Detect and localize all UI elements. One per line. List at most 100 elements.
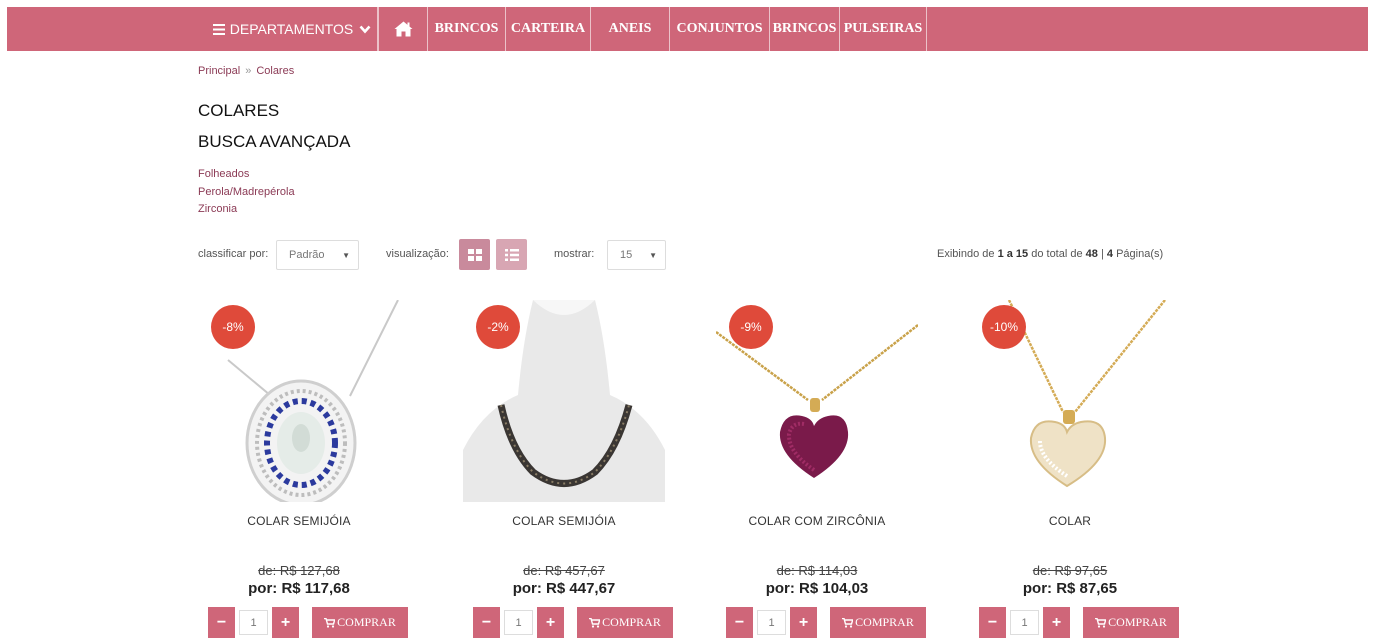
- nav-item-aneis[interactable]: ANEIS: [591, 7, 670, 51]
- product-old-price: de: R$ 127,68: [258, 563, 340, 578]
- show-label: mostrar:: [554, 248, 595, 260]
- nav-item-label: BRINCOS: [434, 21, 499, 36]
- departments-menu[interactable]: DEPARTAMENTOS: [207, 7, 378, 51]
- plus-icon: +: [280, 613, 291, 631]
- results-info: Exibindo de 1 a 15 do total de 48 | 4 Pá…: [937, 248, 1163, 260]
- sort-label: classificar por:: [198, 248, 269, 260]
- nav-item-label: ANEIS: [608, 21, 652, 36]
- buy-label: COMPRAR: [855, 615, 914, 629]
- product-card: -10% COLAR de: R$ 97,65 por: R$ 87,65 − …: [969, 300, 1179, 640]
- plus-icon: +: [798, 613, 809, 631]
- filter-link-folheados[interactable]: Folheados: [198, 166, 295, 184]
- nav-home[interactable]: [378, 7, 428, 51]
- cart-icon: [1095, 617, 1107, 628]
- caret-down-icon: ▼: [649, 251, 657, 260]
- nav-item-label: CARTEIRA: [510, 21, 586, 36]
- product-old-price: de: R$ 114,03: [776, 563, 858, 578]
- discount-badge: -8%: [211, 305, 255, 349]
- sort-select[interactable]: Padrão ▼: [276, 240, 359, 270]
- info-total: 48: [1085, 248, 1098, 260]
- info-mid: do total de: [1031, 248, 1083, 260]
- product-name[interactable]: COLAR: [969, 514, 1171, 528]
- buy-label: COMPRAR: [602, 615, 661, 629]
- product-image[interactable]: -2%: [463, 300, 665, 502]
- product-card: -8% COLAR SEMIJÓIA de: R$ 127,68 por: R$…: [198, 300, 408, 640]
- product-image[interactable]: -8%: [198, 300, 400, 502]
- cart-icon: [324, 617, 336, 628]
- view-label: visualização:: [386, 248, 449, 260]
- buy-button[interactable]: COMPRAR: [1083, 607, 1179, 638]
- nav-item-carteira[interactable]: CARTEIRA: [506, 7, 591, 51]
- discount-badge: -2%: [476, 305, 520, 349]
- discount-badge: -9%: [729, 305, 773, 349]
- page-title: COLARES: [198, 101, 280, 120]
- cart-icon: [589, 617, 601, 628]
- minus-icon: −: [734, 613, 745, 631]
- discount-badge: -10%: [982, 305, 1026, 349]
- caret-down-icon: ▼: [342, 251, 350, 260]
- product-image[interactable]: -9%: [716, 300, 918, 502]
- minus-icon: −: [481, 613, 492, 631]
- product-price: por: R$ 104,03: [765, 580, 869, 597]
- quantity-input[interactable]: [1010, 610, 1039, 635]
- info-pages: 4: [1106, 248, 1114, 260]
- quantity-input[interactable]: [757, 610, 786, 635]
- nav-item-pulseiras[interactable]: PULSEIRAS: [840, 7, 927, 51]
- filter-list: Folheados Perola/Madrepérola Zirconia: [198, 166, 295, 219]
- product-name[interactable]: COLAR COM ZIRCÔNIA: [716, 514, 918, 528]
- filter-link-perola[interactable]: Perola/Madrepérola: [198, 184, 295, 202]
- product-card: -9% COLAR COM ZIRCÔNIA de: R$ 114,03 por…: [716, 300, 926, 640]
- quantity-stepper: − +: [208, 607, 299, 638]
- decrease-quantity-button[interactable]: −: [208, 607, 235, 638]
- info-prefix: Exibindo de: [937, 248, 995, 260]
- show-select-value: 15: [620, 249, 633, 261]
- plus-icon: +: [1051, 613, 1062, 631]
- increase-quantity-button[interactable]: +: [272, 607, 299, 638]
- quantity-input[interactable]: [239, 610, 268, 635]
- buy-button[interactable]: COMPRAR: [577, 607, 673, 638]
- buy-button[interactable]: COMPRAR: [312, 607, 408, 638]
- product-name[interactable]: COLAR SEMIJÓIA: [198, 514, 400, 528]
- increase-quantity-button[interactable]: +: [1043, 607, 1070, 638]
- decrease-quantity-button[interactable]: −: [979, 607, 1006, 638]
- product-price: por: R$ 447,67: [512, 580, 616, 597]
- info-suffix: Página(s): [1116, 248, 1164, 260]
- nav-item-brincos-2[interactable]: BRINCOS: [770, 7, 840, 51]
- plus-icon: +: [545, 613, 556, 631]
- grid-view-button[interactable]: [459, 239, 490, 270]
- list-view-button[interactable]: [496, 239, 527, 270]
- breadcrumb-home[interactable]: Principal: [198, 65, 240, 77]
- product-price: por: R$ 87,65: [1022, 580, 1118, 597]
- nav-item-brincos[interactable]: BRINCOS: [428, 7, 506, 51]
- minus-icon: −: [987, 613, 998, 631]
- decrease-quantity-button[interactable]: −: [726, 607, 753, 638]
- sort-select-value: Padrão: [289, 249, 325, 261]
- breadcrumb-current[interactable]: Colares: [256, 65, 294, 77]
- increase-quantity-button[interactable]: +: [790, 607, 817, 638]
- quantity-stepper: − +: [473, 607, 564, 638]
- list-icon: [504, 248, 519, 261]
- menu-icon: [212, 23, 225, 35]
- quantity-stepper: − +: [726, 607, 817, 638]
- product-name[interactable]: COLAR SEMIJÓIA: [463, 514, 665, 528]
- nav-item-conjuntos[interactable]: CONJUNTOS: [670, 7, 770, 51]
- breadcrumb-separator: »: [245, 65, 252, 77]
- grid-icon: [467, 248, 482, 261]
- increase-quantity-button[interactable]: +: [537, 607, 564, 638]
- product-image[interactable]: -10%: [969, 300, 1171, 502]
- advanced-search-title: BUSCA AVANÇADA: [198, 132, 351, 151]
- chevron-down-icon: [359, 25, 371, 34]
- quantity-stepper: − +: [979, 607, 1070, 638]
- decrease-quantity-button[interactable]: −: [473, 607, 500, 638]
- nav-item-label: BRINCOS: [772, 21, 837, 36]
- breadcrumb: Principal » Colares: [198, 65, 294, 77]
- filter-link-zirconia[interactable]: Zirconia: [198, 201, 295, 219]
- show-select[interactable]: 15 ▼: [607, 240, 666, 270]
- buy-button[interactable]: COMPRAR: [830, 607, 926, 638]
- quantity-input[interactable]: [504, 610, 533, 635]
- departments-label: DEPARTAMENTOS: [229, 21, 354, 37]
- info-separator: |: [1100, 248, 1104, 260]
- product-old-price: de: R$ 97,65: [1032, 563, 1108, 578]
- nav-item-label: PULSEIRAS: [843, 21, 923, 36]
- info-range: 1 a 15: [997, 248, 1029, 260]
